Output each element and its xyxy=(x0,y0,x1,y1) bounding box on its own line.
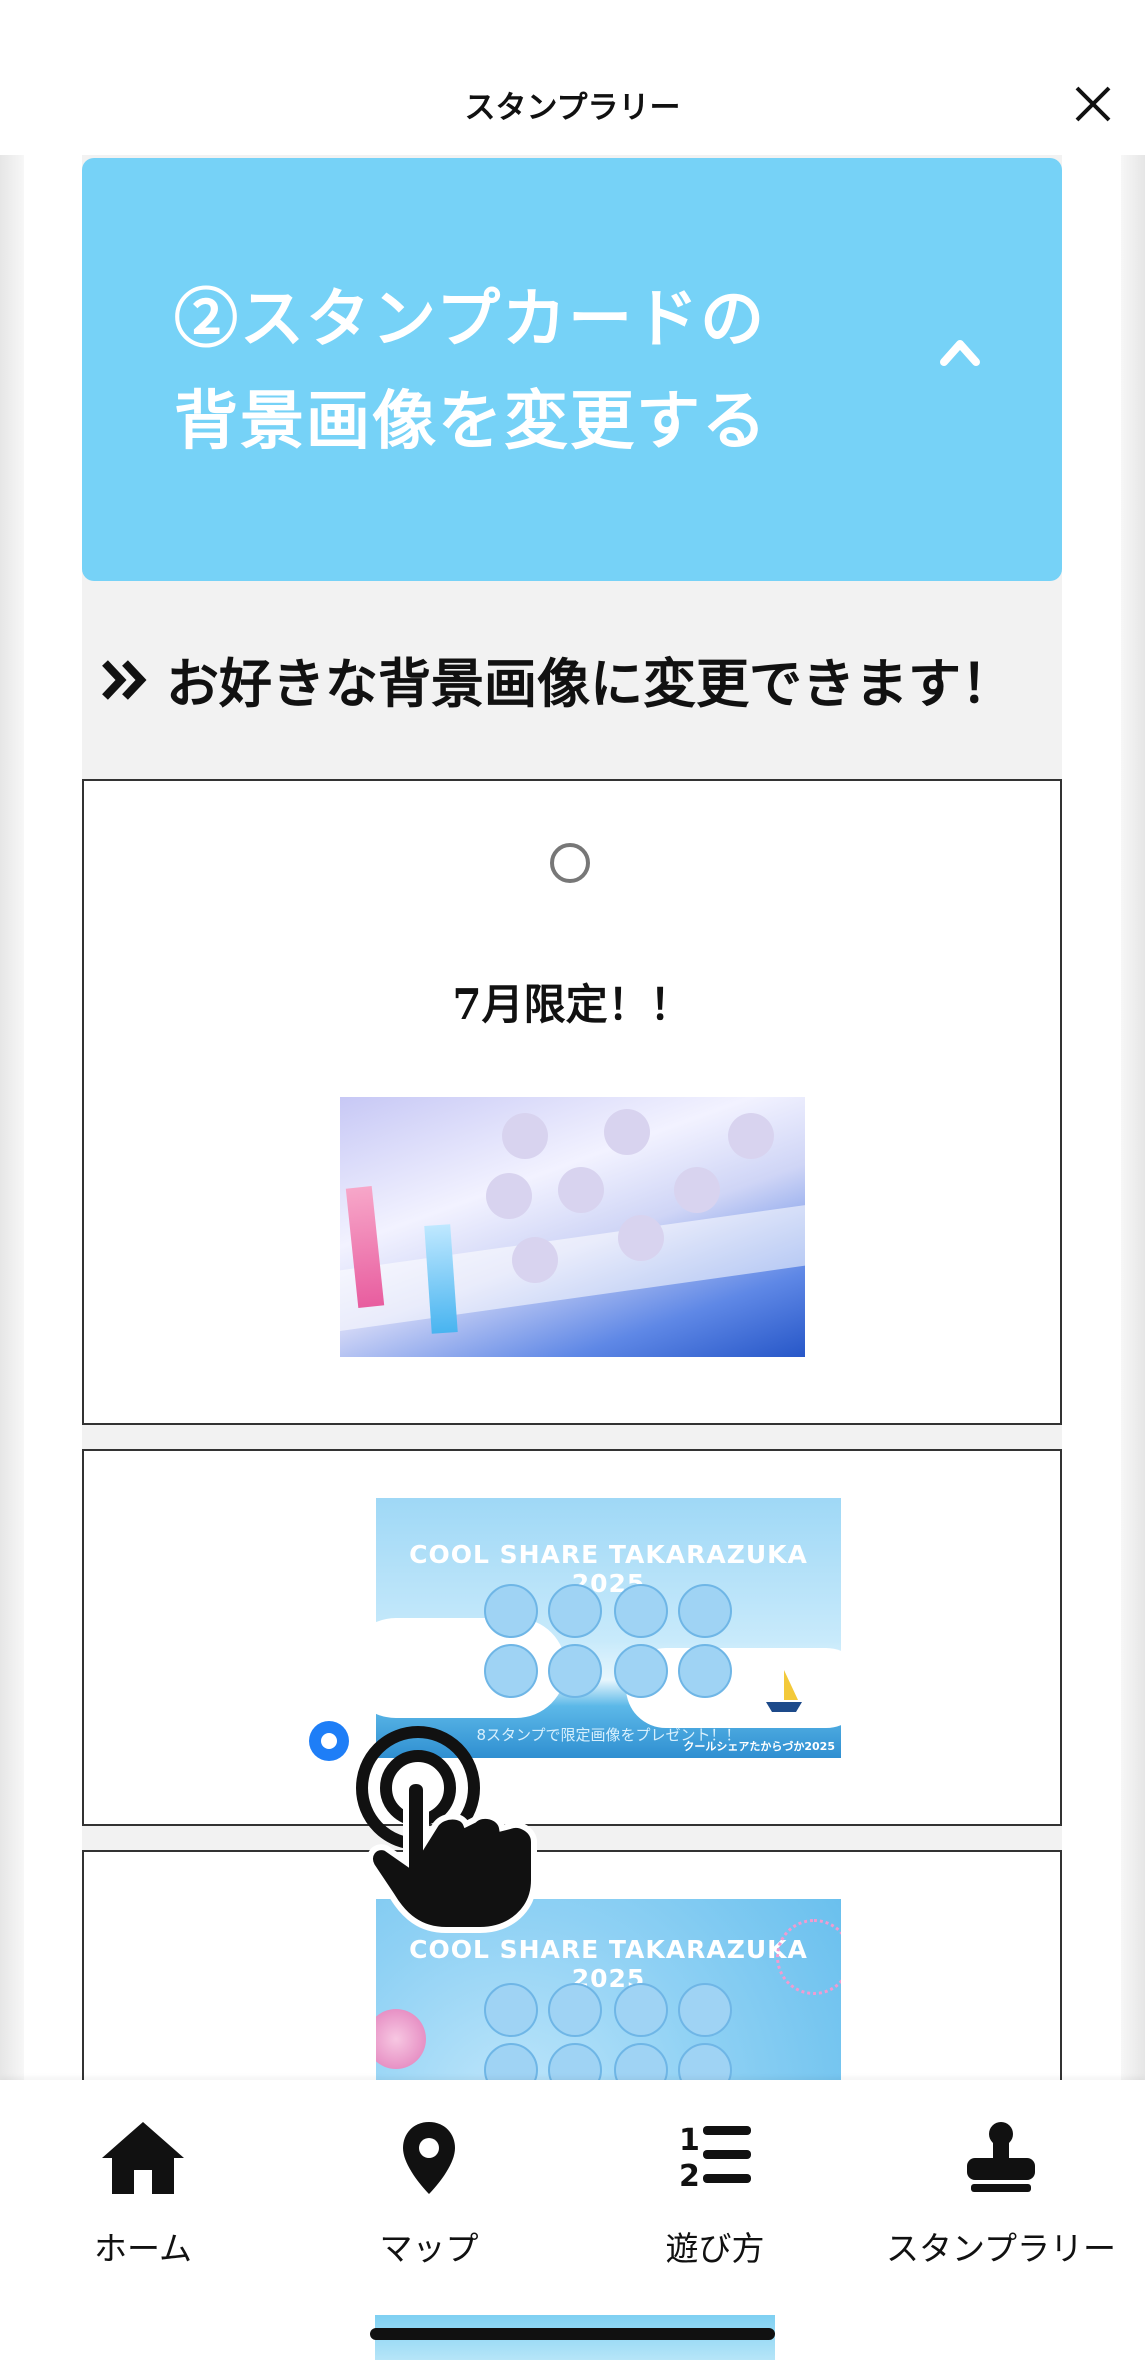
tab-label: スタンプラリー xyxy=(885,2229,1116,2268)
left-edge xyxy=(0,155,24,2080)
tanabata-thumbnail xyxy=(340,1097,805,1357)
map-pin-icon xyxy=(403,2122,455,2194)
svg-text:2: 2 xyxy=(679,2159,700,2190)
tab-map[interactable]: マップ xyxy=(286,2080,572,2315)
radio-button-option-1[interactable] xyxy=(550,843,590,883)
close-icon[interactable] xyxy=(1071,82,1115,126)
svg-text:1: 1 xyxy=(679,2123,700,2158)
chevron-up-icon[interactable] xyxy=(938,336,982,366)
thumbnail-brand: クールシェアたからづか2025 xyxy=(683,1740,835,1753)
page-title: スタンプラリー xyxy=(464,90,681,126)
cool-share-thumbnail: COOL SHARE TAKARAZUKA 2025 8スタンプで限定画像をプレ… xyxy=(376,1498,841,1758)
tab-stamp-rally[interactable]: スタンプラリー xyxy=(858,2080,1144,2315)
tab-home[interactable]: ホーム xyxy=(0,2080,286,2315)
accordion-title-line1: ②スタンプカードの xyxy=(174,282,767,357)
thumbnail-title: COOL SHARE TAKARAZUKA 2025 xyxy=(409,1540,808,1598)
home-indicator[interactable] xyxy=(370,2328,775,2340)
tap-hand-icon xyxy=(356,1726,537,1933)
home-icon xyxy=(102,2122,184,2194)
background-option-1[interactable]: 7月限定！！ xyxy=(82,779,1062,1425)
section-heading: お好きな背景画像に変更できます！ xyxy=(100,640,1014,720)
tab-label: マップ xyxy=(379,2229,479,2268)
tab-label: ホーム xyxy=(93,2229,192,2268)
radio-button-option-2[interactable] xyxy=(309,1721,349,1761)
option-label: 7月限定！！ xyxy=(452,980,692,1029)
top-bar: スタンプラリー xyxy=(0,0,1145,155)
tab-label: 遊び方 xyxy=(665,2229,765,2268)
double-chevron-right-icon xyxy=(102,660,147,700)
tab-how-to-play[interactable]: 1 2 遊び方 xyxy=(572,2080,858,2315)
accordion-change-background[interactable]: ②スタンプカードの 背景画像を変更する xyxy=(82,158,1062,581)
accordion-title-line2: 背景画像を変更する xyxy=(174,384,768,459)
thumbnail-title: COOL SHARE TAKARAZUKA 2025 xyxy=(409,1935,808,1993)
right-edge xyxy=(1121,155,1145,2080)
section-title: お好きな背景画像に変更できます！ xyxy=(166,653,1014,715)
stamp-icon xyxy=(967,2122,1035,2192)
numbered-list-icon: 1 2 xyxy=(679,2123,751,2190)
bottom-tab-bar: ホーム マップ 1 2 遊び方 スタンプラリー xyxy=(0,2080,1145,2315)
background-option-2[interactable]: COOL SHARE TAKARAZUKA 2025 8スタンプで限定画像をプレ… xyxy=(82,1449,1062,1826)
sailboat-icon xyxy=(766,1670,802,1712)
